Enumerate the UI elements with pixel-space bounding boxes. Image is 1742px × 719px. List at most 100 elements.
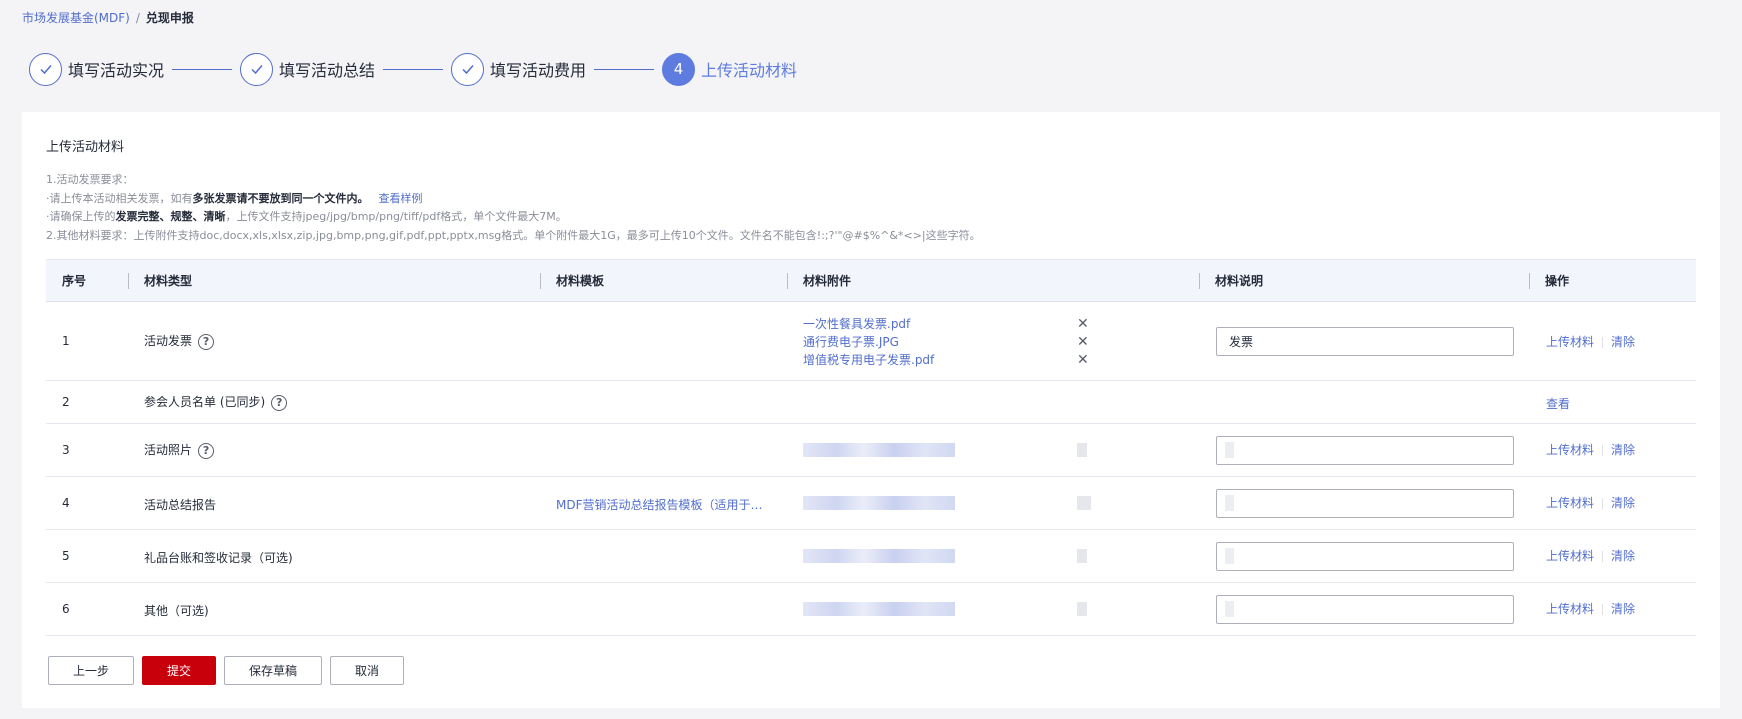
delete-attachment-icon[interactable]: [1077, 496, 1091, 510]
upload-material-link[interactable]: 上传材料: [1546, 335, 1594, 349]
step-2: 填写活动总结: [240, 52, 375, 86]
note-line: ·请确保上传的发票完整、规整、清晰，上传文件支持jpeg/jpg/bmp/png…: [46, 208, 981, 227]
template-download-link[interactable]: MDF营销活动总结报告模板（适用于…: [556, 498, 763, 512]
description-input[interactable]: [1216, 595, 1514, 624]
upload-material-link[interactable]: 上传材料: [1546, 549, 1594, 563]
op-divider: [1602, 551, 1604, 562]
note-text: ，上传文件支持jpeg/jpg/bmp/png/tiff/pdf格式，单个文件最…: [225, 210, 567, 223]
row-operations: 上传材料 清除: [1546, 494, 1635, 511]
row-index: 3: [62, 443, 70, 457]
row-operations: 上传材料 清除: [1546, 333, 1635, 350]
panel-title: 上传活动材料: [46, 140, 125, 155]
delete-attachment-icon[interactable]: ✕: [1077, 335, 1089, 349]
delete-attachment-icon[interactable]: [1077, 602, 1087, 616]
attachment-link[interactable]: [803, 602, 955, 616]
clear-link[interactable]: 清除: [1611, 335, 1635, 349]
row-type: 礼品台账和签收记录（可选): [144, 551, 293, 565]
table-row: 5 礼品台账和签收记录（可选) 上传材料 清除: [46, 530, 1696, 583]
row-type: 活动发票?: [144, 332, 215, 350]
row-operations: 上传材料 清除: [1546, 600, 1635, 617]
attachment-link[interactable]: 通行费电子票.JPG: [803, 333, 934, 351]
header-divider: [1199, 273, 1200, 289]
row-type-label: 活动照片: [144, 443, 193, 457]
step-label: 填写活动费用: [490, 61, 587, 80]
attachment-link[interactable]: 一次性餐具发票.pdf: [803, 315, 934, 333]
header-description: 材料说明: [1215, 274, 1264, 288]
attachment-link[interactable]: [803, 443, 955, 457]
submit-button[interactable]: 提交: [142, 656, 216, 685]
note-text: ·请确保上传的: [46, 210, 116, 223]
help-icon[interactable]: ?: [198, 442, 215, 459]
materials-table: 序号 材料类型 材料模板 材料附件 材料说明 操作 1 活动发票? 一次性餐具发…: [46, 259, 1696, 636]
header-type: 材料类型: [144, 274, 193, 288]
help-icon[interactable]: ?: [198, 333, 215, 350]
step-3: 填写活动费用: [451, 52, 587, 86]
attachment-list: 一次性餐具发票.pdf 通行费电子票.JPG 增值税专用电子发票.pdf: [803, 315, 934, 369]
upload-material-link[interactable]: 上传材料: [1546, 443, 1594, 457]
op-divider: [1602, 337, 1604, 348]
cancel-button[interactable]: 取消: [330, 656, 404, 685]
row-operations: 上传材料 清除: [1546, 441, 1635, 458]
attachment-link[interactable]: [803, 496, 955, 510]
clear-link[interactable]: 清除: [1611, 443, 1635, 457]
row-type: 活动照片?: [144, 441, 215, 459]
row-index: 5: [62, 549, 70, 563]
header-divider: [540, 273, 541, 289]
step-check-icon: [29, 52, 62, 86]
clear-link[interactable]: 清除: [1611, 549, 1635, 563]
table-row: 6 其他（可选) 上传材料 清除: [46, 583, 1696, 636]
upload-material-link[interactable]: 上传材料: [1546, 602, 1594, 616]
clear-link[interactable]: 清除: [1611, 602, 1635, 616]
input-value: [1225, 548, 1234, 564]
description-input[interactable]: [1216, 436, 1514, 465]
input-value: [1225, 601, 1234, 617]
view-sample-link[interactable]: 查看样例: [379, 192, 423, 205]
clear-link[interactable]: 清除: [1611, 496, 1635, 510]
breadcrumb-parent-link[interactable]: 市场发展基金(MDF): [22, 9, 130, 26]
table-header: 序号 材料类型 材料模板 材料附件 材料说明 操作: [46, 259, 1696, 302]
row-index: 6: [62, 602, 70, 616]
table-row: 3 活动照片? 上传材料 清除: [46, 424, 1696, 477]
note-line: 1.活动发票要求：: [46, 173, 134, 186]
save-draft-button[interactable]: 保存草稿: [224, 656, 322, 685]
step-label: 上传活动材料: [701, 61, 798, 80]
row-type: 参会人员名单 (已同步)?: [144, 393, 288, 411]
delete-attachment-icon[interactable]: ✕: [1077, 353, 1089, 367]
step-1: 填写活动实况: [29, 52, 165, 86]
step-connector: [383, 68, 444, 70]
delete-attachment-icon[interactable]: ✕: [1077, 317, 1089, 331]
header-divider: [1529, 273, 1530, 289]
header-template: 材料模板: [556, 274, 605, 288]
delete-attachment-icon[interactable]: [1077, 443, 1087, 457]
input-value: [1225, 495, 1234, 511]
breadcrumb-separator: /: [135, 10, 140, 25]
template-cell: MDF营销活动总结报告模板（适用于…: [556, 496, 763, 513]
input-value: [1225, 442, 1234, 458]
op-divider: [1602, 498, 1604, 509]
step-number: 4: [662, 52, 696, 86]
step-label: 填写活动实况: [68, 61, 165, 80]
header-operation: 操作: [1545, 274, 1570, 288]
upload-material-link[interactable]: 上传材料: [1546, 496, 1594, 510]
row-type-label: 参会人员名单 (已同步): [144, 395, 266, 409]
note-line: 2.其他材料要求：上传附件支持doc,docx,xls,xlsx,zip,jpg…: [46, 228, 981, 242]
delete-attachment-icon[interactable]: [1077, 549, 1087, 563]
description-input[interactable]: [1216, 542, 1514, 571]
header-divider: [128, 273, 129, 289]
note-emphasis: 发票完整、规整、清晰: [115, 210, 226, 223]
requirements-notes: 1.活动发票要求： ·请上传本活动相关发票，如有多张发票请不要放到同一个文件内。…: [46, 171, 981, 245]
row-type-label: 活动发票: [144, 334, 193, 348]
row-type: 活动总结报告: [144, 498, 217, 512]
header-divider: [787, 273, 788, 289]
view-link[interactable]: 查看: [1546, 397, 1570, 411]
description-input[interactable]: [1216, 327, 1514, 356]
form-actions: 上一步 提交 保存草稿 取消: [48, 656, 412, 685]
breadcrumb: 市场发展基金(MDF) / 兑现申报: [22, 9, 194, 26]
row-type: 其他（可选): [144, 604, 209, 618]
description-input[interactable]: [1216, 489, 1514, 518]
attachment-link[interactable]: 增值税专用电子发票.pdf: [803, 351, 934, 369]
previous-step-button[interactable]: 上一步: [48, 656, 134, 685]
attachment-link[interactable]: [803, 549, 955, 563]
op-divider: [1602, 604, 1604, 615]
help-icon[interactable]: ?: [271, 394, 288, 411]
